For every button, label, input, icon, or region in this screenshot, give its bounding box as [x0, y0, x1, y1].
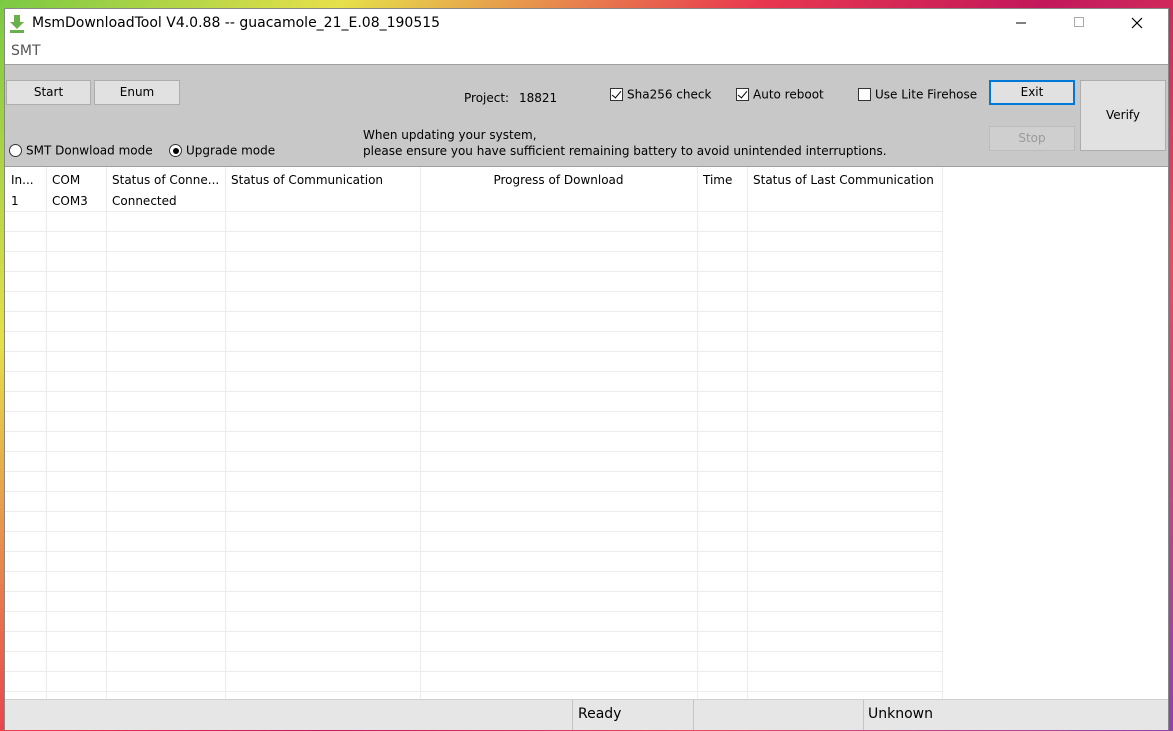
- cell-connection-status: Connected: [112, 194, 177, 208]
- status-ready-text: Ready: [578, 706, 622, 722]
- status-unknown-text: Unknown: [868, 706, 933, 722]
- checkbox-unchecked-icon: [858, 88, 871, 101]
- battery-notice: When updating your system, please ensure…: [363, 127, 887, 159]
- close-icon: [1131, 17, 1143, 29]
- lite-firehose-label: Use Lite Firehose: [875, 87, 978, 102]
- cell-index: 1: [11, 194, 19, 208]
- menu-bar: SMT: [5, 39, 1168, 63]
- column-header-index[interactable]: In...: [5, 167, 46, 191]
- radio-unselected-icon: [9, 144, 22, 157]
- close-button[interactable]: [1114, 9, 1160, 39]
- auto-reboot-label: Auto reboot: [753, 87, 824, 102]
- notice-line-2: please ensure you have sufficient remain…: [363, 144, 887, 158]
- sha256-checkbox[interactable]: Sha256 check: [610, 87, 711, 103]
- radio-selected-icon: [169, 144, 182, 157]
- column-header-com[interactable]: COM: [46, 167, 106, 191]
- title-bar[interactable]: MsmDownloadTool V4.0.88 -- guacamole_21_…: [5, 9, 1168, 39]
- project-label: Project:: [464, 91, 510, 105]
- minimize-icon: [1016, 22, 1026, 24]
- column-header-connection-status[interactable]: Status of Conne...: [106, 167, 225, 191]
- column-header-last-communication[interactable]: Status of Last Communication: [747, 167, 942, 191]
- column-header-communication-status[interactable]: Status of Communication: [225, 167, 420, 191]
- lite-firehose-checkbox[interactable]: Use Lite Firehose: [858, 87, 977, 103]
- column-header-time[interactable]: Time: [697, 167, 747, 191]
- status-bar: Ready Unknown: [5, 699, 1168, 730]
- window-title: MsmDownloadTool V4.0.88 -- guacamole_21_…: [32, 15, 441, 31]
- cell-last-communication: [747, 191, 942, 211]
- download-arrow-icon: [10, 15, 24, 33]
- checkbox-checked-icon: [736, 88, 749, 101]
- exit-button[interactable]: Exit: [989, 80, 1075, 105]
- toolbar-panel: Start Enum Project: 18821 Sha256 check A…: [5, 64, 1168, 166]
- upgrade-mode-label: Upgrade mode: [186, 143, 276, 158]
- enum-button[interactable]: Enum: [94, 80, 180, 105]
- menu-item-smt[interactable]: SMT: [11, 43, 41, 59]
- column-header-download-progress[interactable]: Progress of Download: [420, 167, 697, 191]
- project-value: 18821: [519, 91, 558, 105]
- auto-reboot-checkbox[interactable]: Auto reboot: [736, 87, 824, 103]
- smt-mode-label: SMT Donwload mode: [26, 143, 153, 158]
- device-table[interactable]: In... COM Status of Conne... Status of C…: [5, 166, 1168, 700]
- cell-com: COM3: [52, 194, 88, 208]
- sha256-label: Sha256 check: [627, 87, 712, 102]
- stop-button[interactable]: Stop: [989, 126, 1075, 151]
- verify-button[interactable]: Verify: [1080, 80, 1166, 151]
- maximize-icon: [1074, 17, 1084, 27]
- cell-communication-status: [225, 191, 420, 211]
- maximize-button[interactable]: [1056, 9, 1102, 39]
- minimize-button[interactable]: [998, 9, 1044, 39]
- cell-time: [697, 191, 747, 211]
- checkbox-checked-icon: [610, 88, 623, 101]
- start-button[interactable]: Start: [6, 80, 91, 105]
- smt-download-mode-radio[interactable]: SMT Donwload mode: [9, 143, 153, 158]
- main-window: MsmDownloadTool V4.0.88 -- guacamole_21_…: [5, 9, 1168, 730]
- notice-line-1: When updating your system,: [363, 128, 537, 142]
- upgrade-mode-radio[interactable]: Upgrade mode: [169, 143, 275, 158]
- cell-download-progress: [420, 191, 697, 211]
